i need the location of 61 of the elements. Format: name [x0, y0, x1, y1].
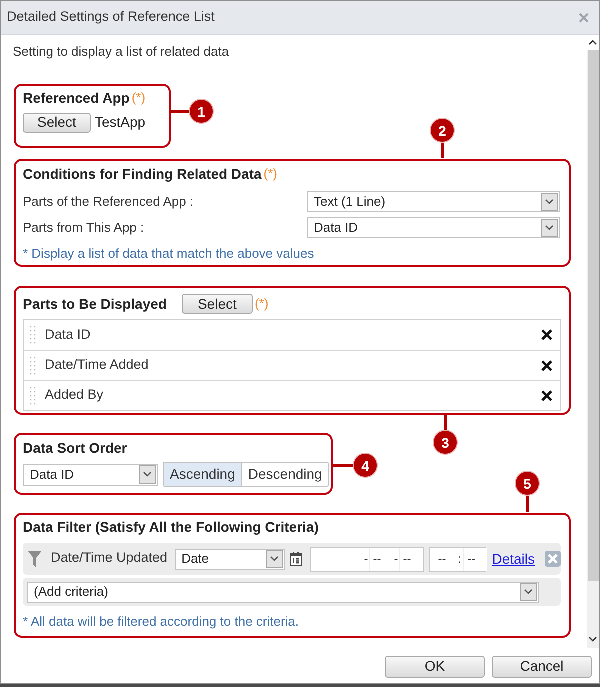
time-input-frame[interactable]: -- : -- [429, 546, 486, 572]
section-heading: Data Filter (Satisfy All the Following Criteria) [23, 518, 319, 537]
section-heading: Referenced App [23, 88, 130, 108]
description-text: Setting to display a list of related data [13, 44, 230, 60]
callout-number: 4 [353, 453, 378, 478]
app-name: TestApp [95, 113, 146, 132]
remove-icon[interactable] [541, 390, 553, 402]
hint-text: * All data will be filtered according to the criteria. [23, 614, 300, 630]
remove-icon[interactable] [541, 360, 553, 372]
close-icon[interactable] [545, 551, 561, 567]
drag-handle-icon[interactable] [30, 356, 36, 374]
dropdown[interactable]: Data ID [307, 217, 560, 238]
minute-field[interactable]: -- [462, 548, 487, 570]
field-label: Parts of the Referenced App : [23, 192, 195, 211]
scroll-up-icon[interactable] [589, 40, 597, 45]
field-label: Parts from This App : [23, 218, 146, 237]
caret-down-icon [541, 192, 558, 210]
scrollbar-thumb[interactable] [588, 50, 598, 581]
drag-handle-icon[interactable] [30, 386, 36, 404]
callout-number: 5 [515, 471, 540, 496]
select-button[interactable]: Select [182, 294, 253, 314]
caret-down-icon [520, 583, 537, 601]
caret-down-icon [541, 218, 558, 236]
window-title: Detailed Settings of Reference List [7, 8, 215, 26]
dropdown[interactable]: Data ID [23, 464, 158, 486]
close-icon[interactable] [579, 12, 589, 22]
section-heading: Data Sort Order [23, 438, 128, 458]
hint-text: * Display a list of data that match the above values [23, 246, 316, 262]
required-mark: (*) [254, 295, 269, 314]
date-input-frame[interactable]: - -- - -- [310, 546, 424, 572]
list-item-text: Data ID [45, 326, 92, 344]
dropdown[interactable]: Date [174, 548, 286, 570]
details-link[interactable]: Details [492, 548, 535, 570]
date-separator: - [363, 553, 370, 565]
cancel-button[interactable]: Cancel [492, 656, 592, 678]
scroll-down-icon[interactable] [589, 636, 597, 642]
calendar-icon[interactable] [290, 552, 302, 566]
ok-button[interactable]: OK [385, 656, 485, 678]
dropdown[interactable]: (Add criteria) [27, 582, 539, 602]
list-item-text: Added By [45, 386, 105, 404]
remove-icon[interactable] [541, 329, 553, 341]
list-item-text: Date/Time Added [45, 356, 150, 374]
callout-number: 2 [430, 118, 455, 143]
section-heading: Parts to Be Displayed [23, 294, 167, 314]
criteria-field-name: Date/Time Updated [51, 548, 168, 567]
sort-toggle[interactable]: Descending [241, 463, 328, 486]
sort-toggle[interactable]: Ascending [164, 463, 242, 486]
filter-icon [28, 550, 42, 568]
caret-down-icon [139, 465, 156, 484]
dropdown[interactable]: Text (1 Line) [307, 191, 560, 212]
scrollbar[interactable] [587, 35, 599, 648]
required-mark: (*) [264, 165, 278, 184]
select-button[interactable]: Select [23, 112, 91, 132]
time-separator: : [457, 553, 463, 565]
date-separator: - [393, 553, 400, 565]
drag-handle-icon[interactable] [30, 326, 36, 344]
section-heading: Conditions for Finding Related Data [23, 164, 262, 184]
callout-number: 3 [433, 430, 458, 455]
caret-down-icon [266, 550, 284, 568]
callout-number: 1 [189, 99, 214, 124]
required-mark: (*) [132, 89, 146, 108]
